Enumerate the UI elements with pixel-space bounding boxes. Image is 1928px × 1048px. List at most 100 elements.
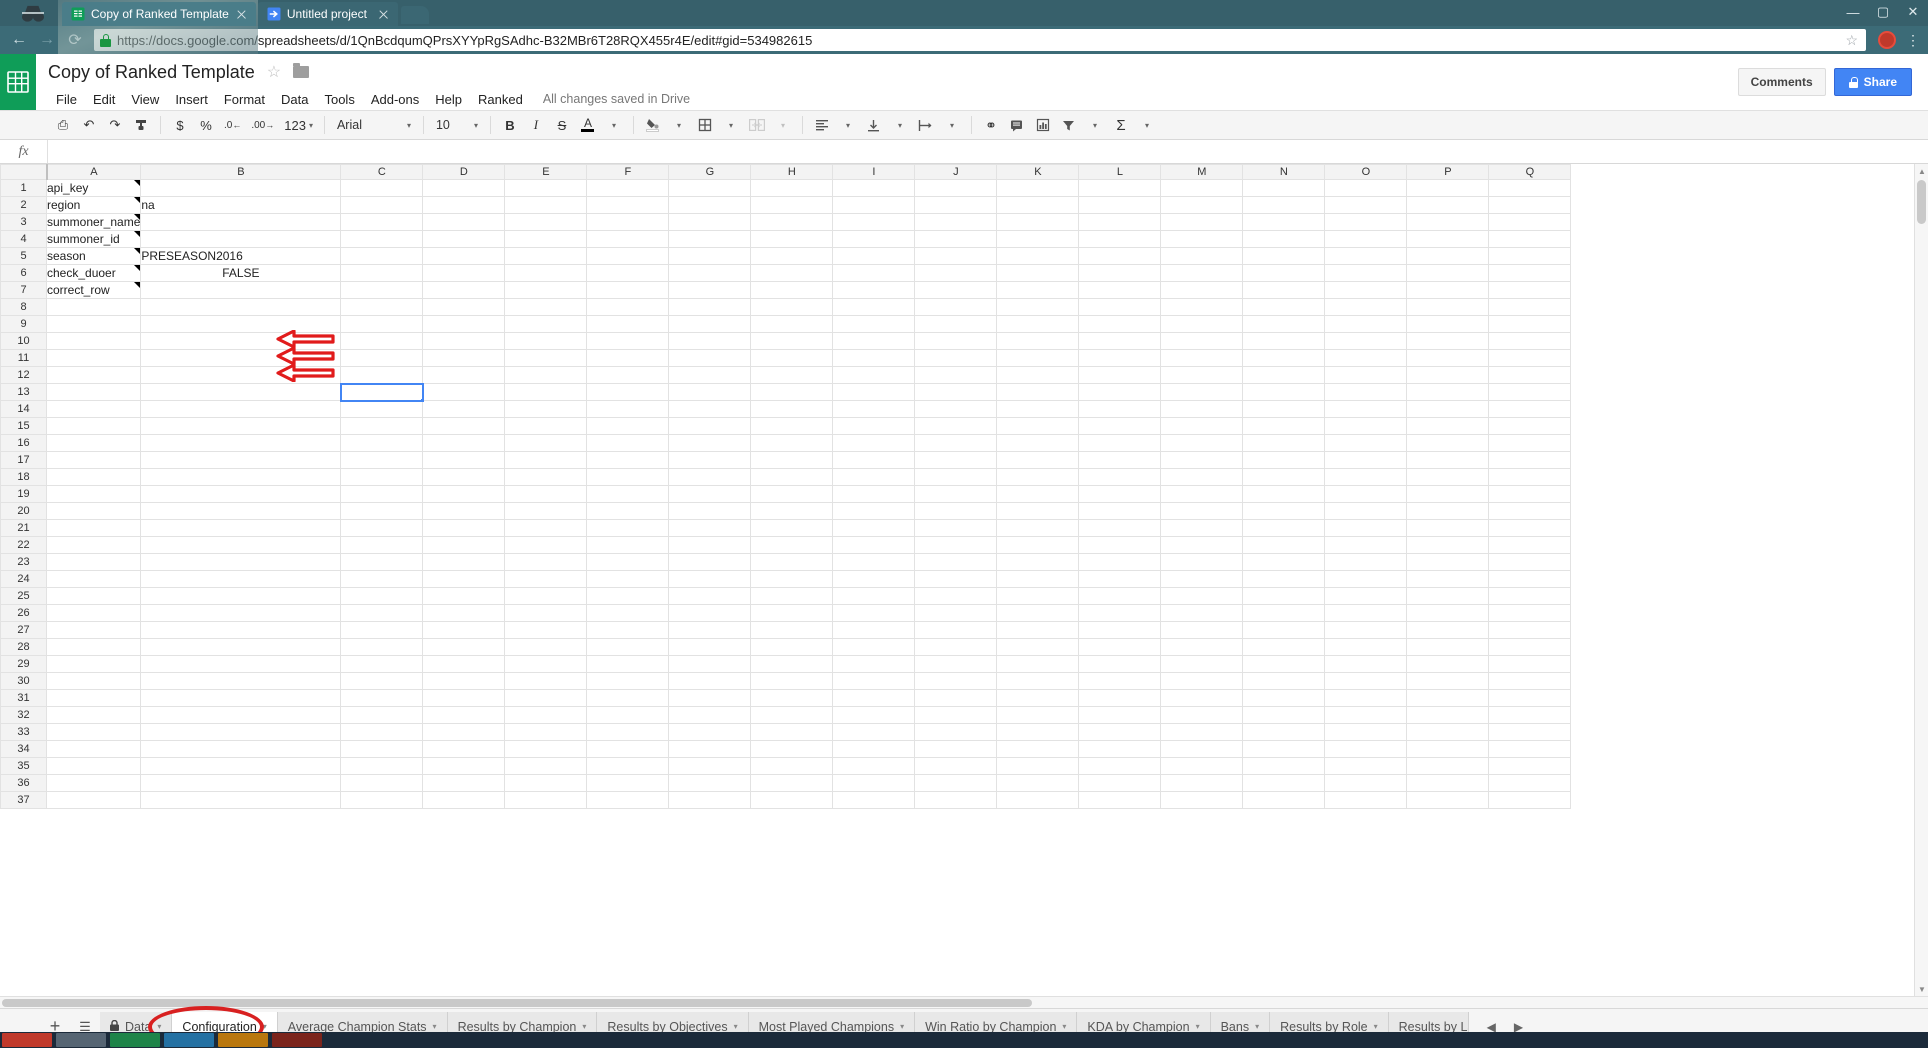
cell-D21[interactable] bbox=[422, 519, 506, 537]
cell-Q32[interactable] bbox=[1488, 706, 1572, 724]
cell-P28[interactable] bbox=[1406, 638, 1490, 656]
cell-A8[interactable] bbox=[45, 298, 142, 316]
cell-L22[interactable] bbox=[1078, 536, 1162, 554]
cell-F27[interactable] bbox=[586, 621, 670, 639]
cell-D24[interactable] bbox=[422, 570, 506, 588]
cell-J19[interactable] bbox=[914, 485, 998, 503]
cell-C3[interactable] bbox=[340, 213, 424, 231]
row-header-35[interactable]: 35 bbox=[0, 757, 47, 775]
cell-O1[interactable] bbox=[1324, 179, 1408, 197]
column-header-J[interactable]: J bbox=[914, 164, 998, 180]
cell-Q10[interactable] bbox=[1488, 332, 1572, 350]
row-header-31[interactable]: 31 bbox=[0, 689, 47, 707]
cell-E22[interactable] bbox=[504, 536, 588, 554]
row-header-12[interactable]: 12 bbox=[0, 366, 47, 384]
cell-I35[interactable] bbox=[832, 757, 916, 775]
cell-P9[interactable] bbox=[1406, 315, 1490, 333]
fill-color-icon[interactable] bbox=[640, 112, 666, 138]
cell-K26[interactable] bbox=[996, 604, 1080, 622]
cell-P17[interactable] bbox=[1406, 451, 1490, 469]
cell-B14[interactable] bbox=[140, 400, 342, 418]
cell-O3[interactable] bbox=[1324, 213, 1408, 231]
cell-L23[interactable] bbox=[1078, 553, 1162, 571]
decrease-decimal-icon[interactable]: .0 ← bbox=[219, 112, 246, 138]
cell-C1[interactable] bbox=[340, 179, 424, 197]
cell-Q13[interactable] bbox=[1488, 383, 1572, 401]
cell-C23[interactable] bbox=[340, 553, 424, 571]
cell-I29[interactable] bbox=[832, 655, 916, 673]
cell-Q17[interactable] bbox=[1488, 451, 1572, 469]
cell-I28[interactable] bbox=[832, 638, 916, 656]
row-header-26[interactable]: 26 bbox=[0, 604, 47, 622]
cell-J32[interactable] bbox=[914, 706, 998, 724]
cell-M13[interactable] bbox=[1160, 383, 1244, 401]
column-header-O[interactable]: O bbox=[1324, 164, 1408, 180]
cell-E19[interactable] bbox=[504, 485, 588, 503]
cell-L15[interactable] bbox=[1078, 417, 1162, 435]
cell-P27[interactable] bbox=[1406, 621, 1490, 639]
row-header-11[interactable]: 11 bbox=[0, 349, 47, 367]
cell-H13[interactable] bbox=[750, 383, 834, 401]
cell-P25[interactable] bbox=[1406, 587, 1490, 605]
cell-J20[interactable] bbox=[914, 502, 998, 520]
cell-B8[interactable] bbox=[140, 298, 342, 316]
cell-K28[interactable] bbox=[996, 638, 1080, 656]
cell-C31[interactable] bbox=[340, 689, 424, 707]
cell-A12[interactable] bbox=[45, 366, 142, 384]
cell-E12[interactable] bbox=[504, 366, 588, 384]
cell-C27[interactable] bbox=[340, 621, 424, 639]
cell-B2[interactable]: na bbox=[140, 196, 342, 214]
cell-F16[interactable] bbox=[586, 434, 670, 452]
new-tab-button[interactable] bbox=[400, 6, 429, 24]
cell-O31[interactable] bbox=[1324, 689, 1408, 707]
cell-L24[interactable] bbox=[1078, 570, 1162, 588]
cell-O19[interactable] bbox=[1324, 485, 1408, 503]
cell-O9[interactable] bbox=[1324, 315, 1408, 333]
cell-H7[interactable] bbox=[750, 281, 834, 299]
cell-H17[interactable] bbox=[750, 451, 834, 469]
cell-O7[interactable] bbox=[1324, 281, 1408, 299]
undo-icon[interactable]: ↶ bbox=[76, 112, 102, 138]
cell-D16[interactable] bbox=[422, 434, 506, 452]
cell-K32[interactable] bbox=[996, 706, 1080, 724]
spreadsheet-grid[interactable]: ABCDEFGHIJKLMNOPQ 1 api_key 2 region na 3 summ… bbox=[0, 164, 1928, 996]
row-header-15[interactable]: 15 bbox=[0, 417, 47, 435]
cell-H19[interactable] bbox=[750, 485, 834, 503]
cell-B11[interactable] bbox=[140, 349, 342, 367]
insert-chart-icon[interactable] bbox=[1030, 112, 1056, 138]
cell-P4[interactable] bbox=[1406, 230, 1490, 248]
cell-L20[interactable] bbox=[1078, 502, 1162, 520]
cell-H24[interactable] bbox=[750, 570, 834, 588]
cell-L29[interactable] bbox=[1078, 655, 1162, 673]
chevron-down-icon[interactable]: ▾ bbox=[734, 1022, 738, 1031]
address-bar[interactable]: https://docs.google.com/spreadsheets/d/1… bbox=[94, 29, 1866, 51]
cell-B15[interactable] bbox=[140, 417, 342, 435]
cell-K19[interactable] bbox=[996, 485, 1080, 503]
cell-N34[interactable] bbox=[1242, 740, 1326, 758]
cell-N6[interactable] bbox=[1242, 264, 1326, 282]
chevron-down-icon[interactable]: ▾ bbox=[1082, 112, 1108, 138]
redo-icon[interactable]: ↷ bbox=[102, 112, 128, 138]
cell-M23[interactable] bbox=[1160, 553, 1244, 571]
menu-format[interactable]: Format bbox=[216, 90, 273, 109]
cell-E1[interactable] bbox=[504, 179, 588, 197]
cell-C21[interactable] bbox=[340, 519, 424, 537]
cell-comment-indicator-icon[interactable] bbox=[134, 265, 140, 271]
cell-O32[interactable] bbox=[1324, 706, 1408, 724]
cell-Q23[interactable] bbox=[1488, 553, 1572, 571]
cell-M17[interactable] bbox=[1160, 451, 1244, 469]
cell-K23[interactable] bbox=[996, 553, 1080, 571]
cell-N18[interactable] bbox=[1242, 468, 1326, 486]
cell-F17[interactable] bbox=[586, 451, 670, 469]
cell-M25[interactable] bbox=[1160, 587, 1244, 605]
cell-A34[interactable] bbox=[45, 740, 142, 758]
cell-L28[interactable] bbox=[1078, 638, 1162, 656]
row-header-25[interactable]: 25 bbox=[0, 587, 47, 605]
cell-E37[interactable] bbox=[504, 791, 588, 809]
cell-P18[interactable] bbox=[1406, 468, 1490, 486]
cell-H8[interactable] bbox=[750, 298, 834, 316]
chevron-down-icon[interactable]: ▾ bbox=[157, 1022, 161, 1031]
cell-Q19[interactable] bbox=[1488, 485, 1572, 503]
cell-D30[interactable] bbox=[422, 672, 506, 690]
row-header-28[interactable]: 28 bbox=[0, 638, 47, 656]
